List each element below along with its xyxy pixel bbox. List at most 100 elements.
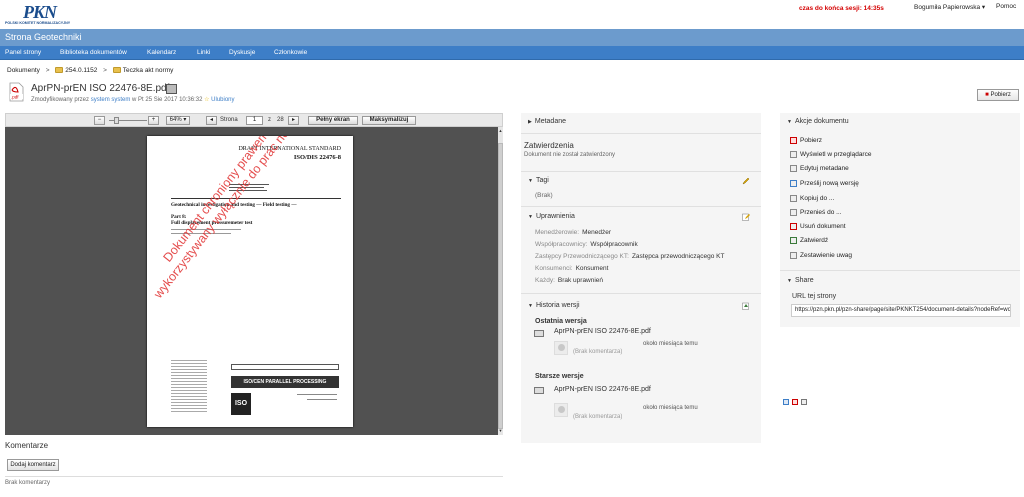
permission-row: Każdy: Brak uprawnień (535, 277, 603, 284)
zoom-level-select[interactable]: 64% ▾ (166, 116, 190, 125)
document-viewer[interactable]: DRAFT INTERNATIONAL STANDARD ISO/DIS 224… (5, 127, 503, 435)
download-button-label: Pobierz (990, 92, 1011, 98)
action-upload-new-version[interactable]: Prześlij nową wersję (800, 180, 859, 187)
avatar (554, 403, 568, 417)
edit-metadata-icon (790, 165, 797, 172)
metadata-title: Metadane (534, 118, 566, 125)
breadcrumb-folder-2[interactable]: Teczka akt normy (123, 67, 174, 74)
download-button[interactable]: ■ Pobierz (977, 89, 1019, 101)
tags-section-toggle[interactable]: ▼ Tagi (528, 177, 549, 184)
site-title[interactable]: Strona Geotechniki (5, 32, 82, 42)
approvals-title: Zatwierdzenia (524, 141, 574, 150)
viewer-toolbar: − + 64% ▾ ◂ Strona 1 z 28 ▸ Pełny ekran … (5, 113, 503, 127)
maximize-button[interactable]: Maksymalizuj (362, 116, 416, 125)
action-comments-summary[interactable]: Zestawienie uwag (800, 252, 852, 259)
version-history-section-toggle[interactable]: ▼ Historia wersji (528, 302, 580, 309)
section-divider (521, 206, 761, 207)
nav-dashboard[interactable]: Panel strony (5, 49, 41, 56)
upload-version-icon[interactable] (742, 302, 750, 310)
pdf-page: DRAFT INTERNATIONAL STANDARD ISO/DIS 224… (147, 136, 353, 427)
version-file-icon[interactable] (534, 387, 544, 394)
latest-version-name[interactable]: AprPN-prEN ISO 22476-8E.pdf (554, 328, 651, 335)
expanded-arrow-icon: ▼ (528, 214, 533, 220)
edit-tags-icon[interactable] (742, 177, 750, 185)
section-divider (521, 171, 761, 172)
nav-members[interactable]: Członkowie (274, 49, 307, 56)
add-comment-button[interactable]: Dodaj komentarz (7, 459, 59, 471)
page-total: 28 (277, 117, 284, 123)
older-version-name[interactable]: AprPN-prEN ISO 22476-8E.pdf (554, 386, 651, 393)
next-page-button[interactable]: ▸ (288, 116, 299, 125)
nav-discussions[interactable]: Dyskusje (229, 49, 255, 56)
share-section-toggle[interactable]: ▼ Share (787, 277, 814, 284)
modified-by-user[interactable]: system system (91, 97, 131, 103)
scroll-down-icon[interactable]: ▼ (498, 427, 503, 435)
comments-title: Komentarze (5, 441, 49, 450)
breadcrumb-separator: > (45, 67, 50, 74)
permission-role: Zastępcy Przewodniczącego KT: (535, 253, 629, 260)
zoom-slider-handle[interactable] (114, 117, 119, 124)
breadcrumb-folder-1[interactable]: 254.0.1152 (65, 67, 97, 74)
breadcrumb-documents[interactable]: Dokumenty (7, 67, 40, 74)
permission-role: Konsumenci: (535, 265, 573, 272)
permission-role: Każdy: (535, 277, 555, 284)
action-copy-to[interactable]: Kopiuj do ... (800, 195, 834, 202)
scroll-up-icon[interactable]: ▲ (498, 127, 503, 135)
site-nav: Panel strony Biblioteka dokumentów Kalen… (0, 46, 1024, 60)
nav-links[interactable]: Linki (197, 49, 210, 56)
help-link[interactable]: Pomoc (996, 3, 1016, 10)
favorite-link[interactable]: Ulubiony (211, 97, 234, 103)
metadata-section-toggle[interactable]: ▶ Metadane (528, 118, 566, 125)
document-thumbnail-icon[interactable] (166, 84, 177, 94)
latest-version-label: Ostatnia wersja (535, 318, 587, 325)
modified-by-label: Zmodyfikowany przez (31, 97, 90, 103)
action-view-in-browser[interactable]: Wyświetl w przeglądarce (800, 151, 871, 158)
older-version-comment: (Brak komentarza) (573, 414, 623, 420)
older-versions-label: Starsze wersje (535, 373, 584, 380)
modified-date: w Pt 25 Sie 2017 10:36:32 (132, 97, 203, 103)
action-move-to[interactable]: Przenieś do ... (800, 209, 842, 216)
zoom-out-button[interactable]: − (94, 116, 105, 125)
page-number-input[interactable]: 1 (246, 116, 263, 125)
zoom-in-button[interactable]: + (148, 116, 159, 125)
action-approve[interactable]: Zatwierdź (800, 237, 828, 244)
prev-page-button[interactable]: ◂ (206, 116, 217, 125)
nav-calendar[interactable]: Kalendarz (147, 49, 176, 56)
expanded-arrow-icon: ▼ (528, 178, 533, 184)
logo-mark: PKN (23, 2, 57, 22)
nav-document-library[interactable]: Biblioteka dokumentów (60, 49, 127, 56)
permission-role: Menedżerowie: (535, 229, 580, 236)
permission-row: Współpracownicy: Współpracownik (535, 241, 638, 248)
permission-value: Menedżer (582, 229, 611, 236)
actions-section-toggle[interactable]: ▼ Akcje dokumentu (787, 118, 849, 125)
page-of-label: z (268, 117, 271, 123)
edit-permissions-icon[interactable] (742, 213, 750, 221)
version-file-icon[interactable] (534, 330, 544, 337)
user-menu[interactable]: Bogumiła Papierowska ▾ (914, 3, 985, 11)
star-icon[interactable]: ☆ (204, 97, 209, 103)
fullscreen-button[interactable]: Pełny ekran (308, 116, 358, 125)
no-comments-text: Brak komentarzy (5, 480, 51, 486)
page-url-field[interactable]: https://pzn.pkn.pl/pzn-share/page/site/P… (791, 304, 1011, 317)
embed-icon[interactable] (801, 399, 807, 405)
move-icon (790, 209, 797, 216)
viewer-scrollbar[interactable]: ▲ ▼ (498, 127, 503, 435)
copy-icon (790, 195, 797, 202)
link-icon[interactable] (783, 399, 789, 405)
latest-version-time: około miesiąca temu (643, 341, 698, 347)
breadcrumb: Dokumenty > 254.0.1152 > Teczka akt norm… (7, 67, 173, 74)
action-delete-document[interactable]: Usuń dokument (800, 223, 846, 230)
pdf-rule (171, 198, 341, 199)
permissions-section-toggle[interactable]: ▼ Uprawnienia (528, 213, 575, 220)
tags-empty: (Brak) (535, 192, 553, 199)
scrollbar-thumb[interactable] (498, 143, 503, 429)
pdf-parallel-banner: ISO/CEN PARALLEL PROCESSING (231, 376, 339, 388)
action-edit-metadata[interactable]: Edytuj metadane (800, 165, 849, 172)
document-meta: Zmodyfikowany przez system system w Pt 2… (31, 96, 235, 103)
pkn-logo[interactable]: PKN POLSKI KOMITET NORMALIZACYJNY (5, 2, 85, 27)
comments-divider (5, 476, 503, 477)
email-icon[interactable] (792, 399, 798, 405)
top-header: PKN POLSKI KOMITET NORMALIZACYJNY czas d… (0, 0, 1024, 29)
action-download[interactable]: Pobierz (800, 137, 822, 144)
expanded-arrow-icon: ▼ (528, 303, 533, 309)
